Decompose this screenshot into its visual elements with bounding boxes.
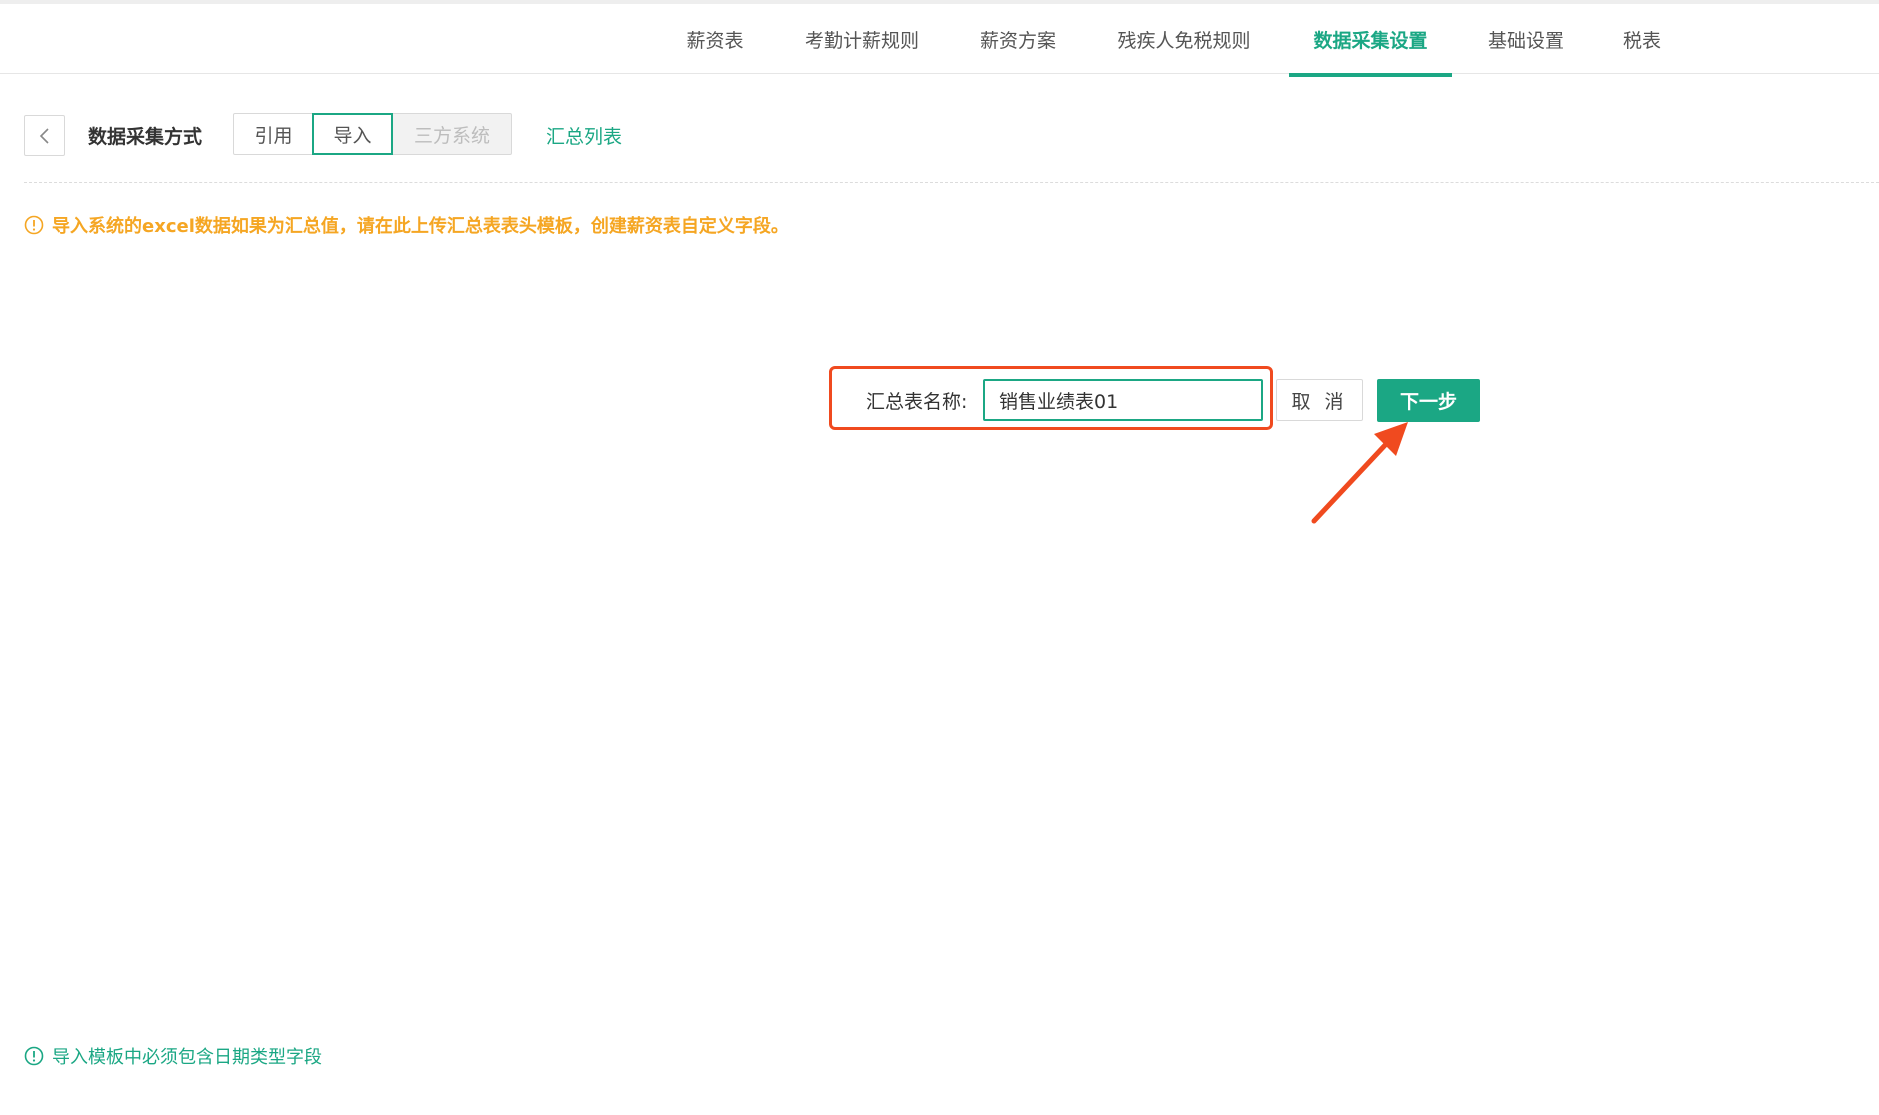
info-circle-icon (24, 215, 44, 235)
info-notice-text: 导入模板中必须包含日期类型字段 (52, 1047, 322, 1068)
tab-salary-table[interactable]: 薪资表 (663, 4, 767, 74)
warning-notice-text: 导入系统的excel数据如果为汇总值，请在此上传汇总表表头模板，创建薪资表自定义… (52, 216, 789, 237)
summary-list-link[interactable]: 汇总列表 (546, 118, 622, 153)
active-tab-indicator (1289, 73, 1452, 77)
tab-data-collection-settings[interactable]: 数据采集设置 (1289, 4, 1452, 74)
tab-salary-plan[interactable]: 薪资方案 (958, 4, 1078, 74)
top-tab-bar: 薪资表 考勤计薪规则 薪资方案 残疾人免税规则 数据采集设置 基础设置 税表 (0, 4, 1879, 77)
tab-attendance-pay-rules[interactable]: 考勤计薪规则 (787, 4, 937, 74)
annotation-arrow-icon (1311, 422, 1408, 524)
cancel-button[interactable]: 取 消 (1276, 379, 1363, 421)
mode-option-reference[interactable]: 引用 (233, 113, 314, 155)
info-circle-icon (24, 1046, 44, 1066)
divider (24, 182, 1879, 183)
warning-notice: 导入系统的excel数据如果为汇总值，请在此上传汇总表表头模板，创建薪资表自定义… (24, 212, 789, 238)
chevron-left-icon (39, 127, 49, 144)
info-notice: 导入模板中必须包含日期类型字段 (24, 1043, 322, 1069)
tab-basic-settings[interactable]: 基础设置 (1470, 4, 1582, 74)
next-step-button[interactable]: 下一步 (1377, 379, 1480, 422)
tab-disability-tax-exempt-rules[interactable]: 残疾人免税规则 (1097, 4, 1271, 74)
mode-option-import[interactable]: 导入 (312, 113, 393, 155)
collection-mode-label: 数据采集方式 (88, 126, 203, 148)
back-button[interactable] (24, 115, 65, 156)
summary-name-label: 汇总表名称: (866, 390, 968, 413)
mode-option-third-party: 三方系统 (392, 113, 512, 155)
tab-tax-table[interactable]: 税表 (1600, 4, 1684, 74)
summary-name-input[interactable] (983, 379, 1263, 421)
